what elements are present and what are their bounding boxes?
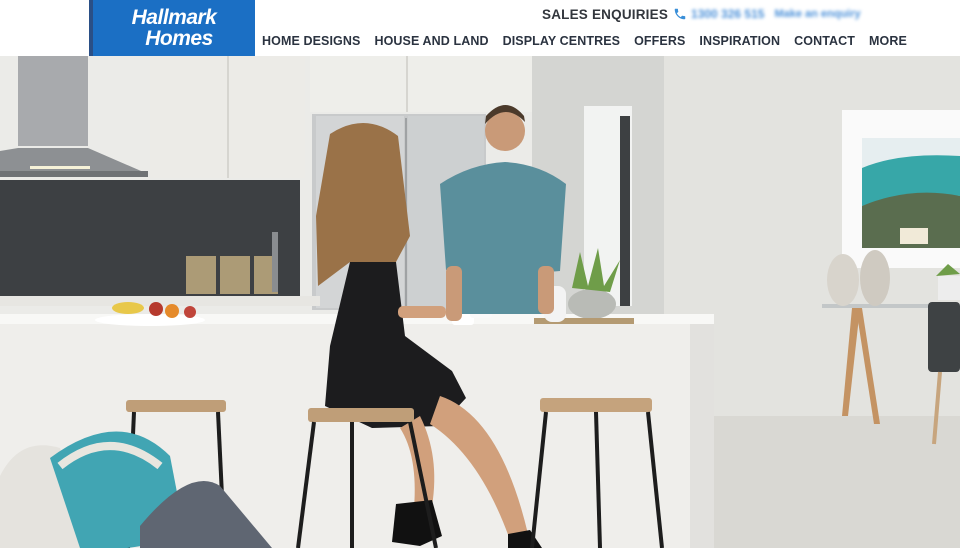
nav-contact[interactable]: CONTACT [794,34,855,48]
phone-icon [674,8,686,20]
hallmark-homes-logo[interactable]: Hallmark Homes [89,0,255,56]
make-enquiry-link[interactable]: Make an enquiry [774,8,860,20]
logo-text-line2: Homes [145,27,213,50]
nav-more[interactable]: MORE [869,34,907,48]
sales-enquiries-label: SALES ENQUIRIES [542,6,669,22]
nav-display-centres[interactable]: DISPLAY CENTRES [503,34,621,48]
nav-inspiration[interactable]: INSPIRATION [699,34,780,48]
sales-enquiries-bar: SALES ENQUIRIES 1300 326 515 Make an enq… [542,6,861,22]
nav-house-and-land[interactable]: HOUSE AND LAND [374,34,488,48]
nav-offers[interactable]: OFFERS [634,34,685,48]
hero-banner-image[interactable] [0,56,960,548]
kitchen-scene-illustration [0,56,960,548]
site-header: Hallmark Homes SALES ENQUIRIES 1300 326 … [0,0,960,56]
nav-home-designs[interactable]: HOME DESIGNS [262,34,360,48]
logo-text-line1: Hallmark [131,6,217,29]
main-navigation: HOME DESIGNS HOUSE AND LAND DISPLAY CENT… [262,34,921,48]
phone-number-link[interactable]: 1300 326 515 [691,7,764,21]
